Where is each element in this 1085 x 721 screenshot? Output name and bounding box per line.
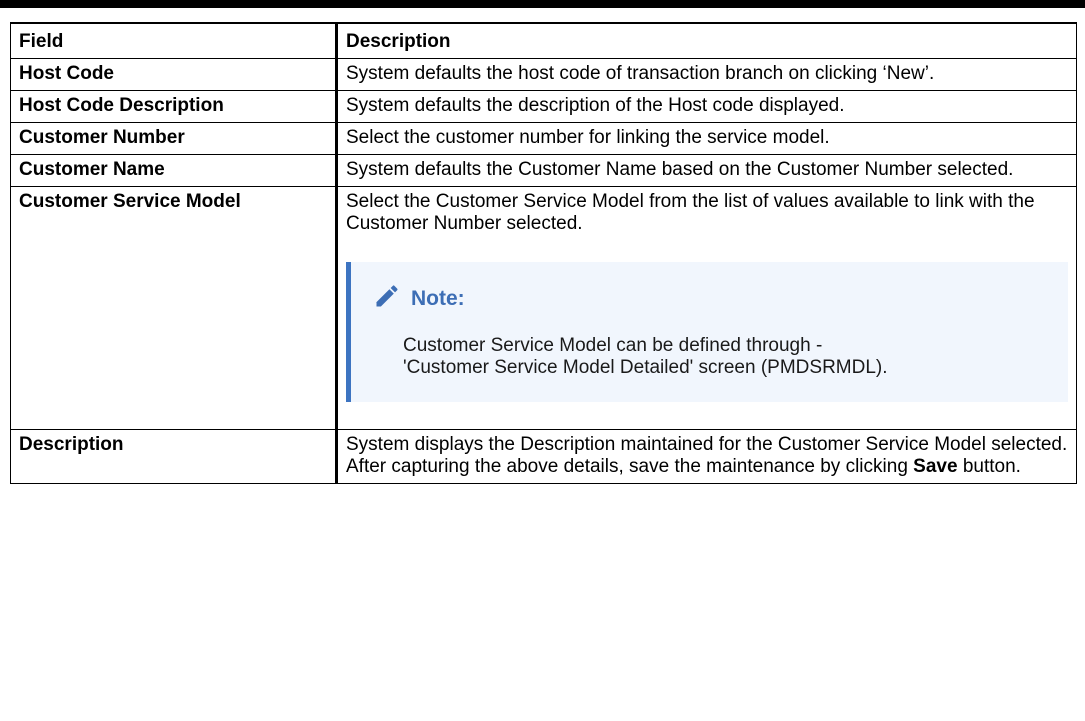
field-description: System displays the Description maintain…: [346, 434, 1068, 455]
field-name: Customer Name: [10, 154, 338, 187]
table-row: Host Code System defaults the host code …: [10, 58, 1077, 91]
field-name: Customer Number: [10, 122, 338, 155]
header-field: Field: [10, 22, 338, 59]
table-header-row: Field Description: [10, 22, 1077, 59]
field-description: Select the Customer Service Model from t…: [346, 191, 1035, 234]
table-row: Host Code Description System defaults th…: [10, 90, 1077, 123]
table-row: Customer Name System defaults the Custom…: [10, 154, 1077, 187]
field-description-extra: After capturing the above details, save …: [346, 456, 1068, 478]
table-row: Description System displays the Descript…: [10, 429, 1077, 484]
note-body: Customer Service Model can be defined th…: [373, 335, 1050, 379]
table-row: Customer Service Model Select the Custom…: [10, 186, 1077, 430]
note-box: Note: Customer Service Model can be defi…: [346, 262, 1068, 402]
field-name: Host Code: [10, 58, 338, 91]
note-line: Customer Service Model can be defined th…: [403, 335, 823, 356]
field-description-cell: Select the Customer Service Model from t…: [336, 186, 1077, 430]
field-name: Description: [10, 429, 338, 484]
field-description-table: Field Description Host Code System defau…: [10, 22, 1077, 484]
field-description-cell: System displays the Description maintain…: [336, 429, 1077, 484]
description-text: After capturing the above details, save …: [346, 456, 908, 477]
field-description: System defaults the Customer Name based …: [336, 154, 1077, 187]
save-keyword: Save: [913, 456, 958, 477]
pencil-icon: [373, 282, 401, 315]
table-row: Customer Number Select the customer numb…: [10, 122, 1077, 155]
field-name: Customer Service Model: [10, 186, 338, 430]
note-title: Note:: [411, 286, 465, 310]
header-description: Description: [336, 22, 1077, 59]
field-description: System defaults the description of the H…: [336, 90, 1077, 123]
description-suffix: button.: [957, 456, 1021, 477]
note-line: 'Customer Service Model Detailed' screen…: [403, 357, 888, 378]
top-rule: [0, 0, 1085, 8]
note-header: Note:: [373, 282, 1050, 315]
field-description: Select the customer number for linking t…: [336, 122, 1077, 155]
field-name: Host Code Description: [10, 90, 338, 123]
field-description: System defaults the host code of transac…: [336, 58, 1077, 91]
